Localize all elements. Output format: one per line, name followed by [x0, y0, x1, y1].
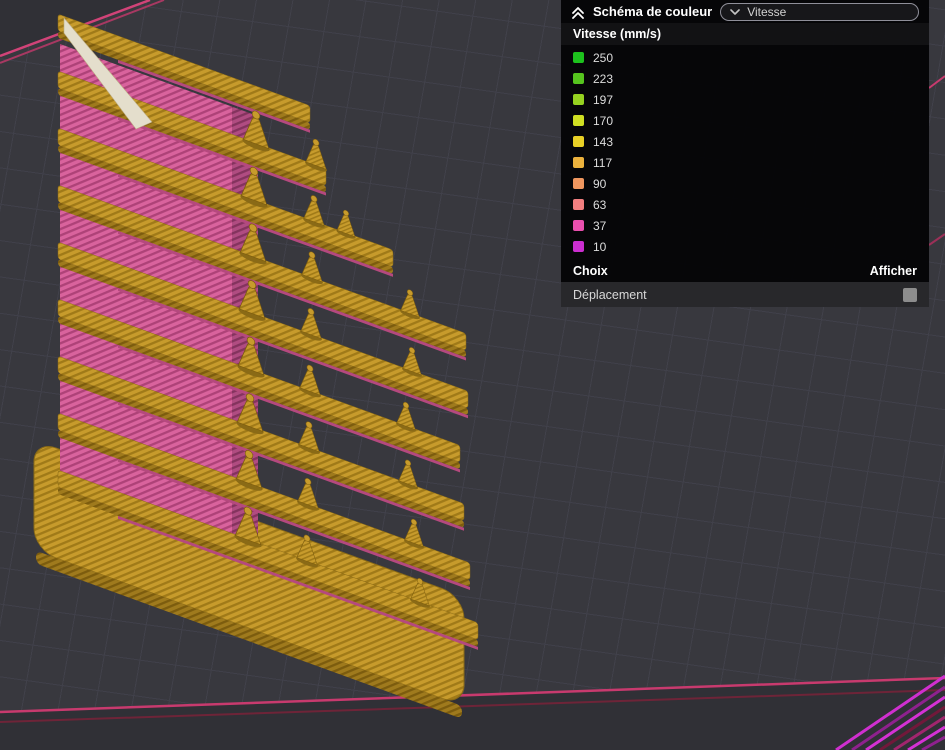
legend-value: 90: [593, 176, 607, 191]
color-swatch: [573, 199, 584, 210]
color-swatch: [573, 94, 584, 105]
color-swatch: [573, 220, 584, 231]
legend-value: 197: [593, 92, 614, 107]
options-header: Choix Afficher: [561, 259, 929, 282]
legend-list: 250 223 197 170 143 117 90 63 37 10: [561, 45, 929, 259]
color-swatch: [573, 115, 584, 126]
legend-item: 63: [561, 194, 929, 215]
choice-column-header: Choix: [573, 263, 608, 278]
color-swatch: [573, 136, 584, 147]
legend-value: 143: [593, 134, 614, 149]
scheme-dropdown-value: Vitesse: [747, 4, 787, 19]
bed-outline-right-fragments: [928, 75, 945, 246]
legend-value: 250: [593, 50, 614, 65]
legend-panel-header: Schéma de couleur Vitesse: [561, 0, 929, 23]
legend-value: 63: [593, 197, 607, 212]
show-column-header: Afficher: [869, 263, 917, 278]
color-swatch: [573, 52, 584, 63]
legend-item: 117: [561, 152, 929, 173]
legend-value: 223: [593, 71, 614, 86]
legend-panel: Schéma de couleur Vitesse Vitesse (mm/s)…: [561, 0, 929, 307]
color-swatch: [573, 241, 584, 252]
legend-item: 10: [561, 236, 929, 257]
legend-section-title: Vitesse (mm/s): [561, 23, 929, 45]
legend-value: 117: [593, 155, 613, 170]
legend-item: 223: [561, 68, 929, 89]
chevron-down-icon: [730, 8, 741, 16]
color-swatch: [573, 73, 584, 84]
legend-item: 90: [561, 173, 929, 194]
collapse-panel-icon[interactable]: [571, 5, 585, 19]
color-swatch: [573, 157, 584, 168]
legend-item: 250: [561, 47, 929, 68]
travel-option-label: Déplacement: [573, 287, 647, 302]
legend-item: 37: [561, 215, 929, 236]
legend-value: 170: [593, 113, 614, 128]
legend-item: 143: [561, 131, 929, 152]
color-scheme-dropdown[interactable]: Vitesse: [720, 2, 919, 21]
legend-value: 37: [593, 218, 607, 233]
travel-checkbox[interactable]: [903, 287, 917, 302]
color-swatch: [573, 178, 584, 189]
option-row-travel[interactable]: Déplacement: [561, 282, 929, 307]
legend-item: 197: [561, 89, 929, 110]
legend-value: 10: [593, 239, 607, 254]
legend-item: 170: [561, 110, 929, 131]
bed-outline-bottom: [0, 676, 945, 750]
panel-title: Schéma de couleur: [593, 4, 713, 19]
speed-tower-model: [33, 14, 479, 717]
